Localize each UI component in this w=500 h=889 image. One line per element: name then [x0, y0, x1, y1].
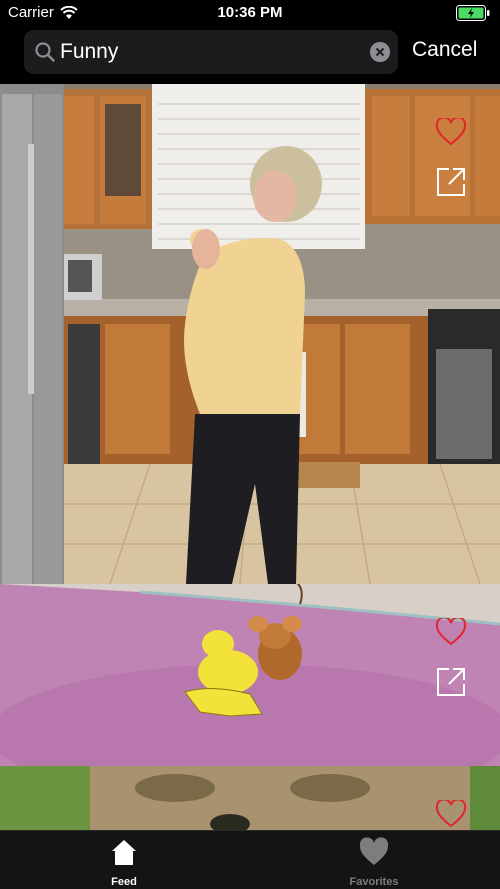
heart-icon	[359, 837, 389, 865]
search-bar: Cancel	[0, 26, 500, 84]
battery-icon	[456, 5, 490, 21]
gif-feed[interactable]	[0, 84, 500, 830]
status-time: 10:36 PM	[217, 4, 283, 21]
search-field[interactable]	[24, 30, 398, 74]
tab-favorites-label: Favorites	[349, 876, 399, 888]
cancel-button[interactable]: Cancel	[412, 38, 477, 62]
like-heart-icon[interactable]	[435, 618, 467, 646]
search-icon	[35, 42, 55, 62]
tab-bar: Feed Favorites	[0, 830, 500, 889]
status-bar: Carrier 10:36 PM	[0, 0, 500, 26]
gif-card[interactable]	[0, 766, 500, 830]
like-heart-icon[interactable]	[435, 800, 467, 828]
share-icon[interactable]	[435, 666, 467, 698]
tab-favorites[interactable]: Favorites	[314, 837, 434, 889]
clear-search-icon[interactable]	[370, 42, 390, 62]
gif-card[interactable]	[0, 584, 500, 766]
home-icon	[112, 840, 136, 865]
share-icon[interactable]	[435, 166, 467, 198]
gif-image	[0, 766, 500, 830]
search-input[interactable]	[60, 30, 350, 74]
gif-image	[0, 84, 500, 584]
tab-feed[interactable]: Feed	[64, 837, 184, 889]
gif-image	[0, 584, 500, 766]
like-heart-icon[interactable]	[435, 118, 467, 146]
gif-card[interactable]	[0, 84, 500, 584]
tab-feed-label: Feed	[111, 876, 137, 888]
